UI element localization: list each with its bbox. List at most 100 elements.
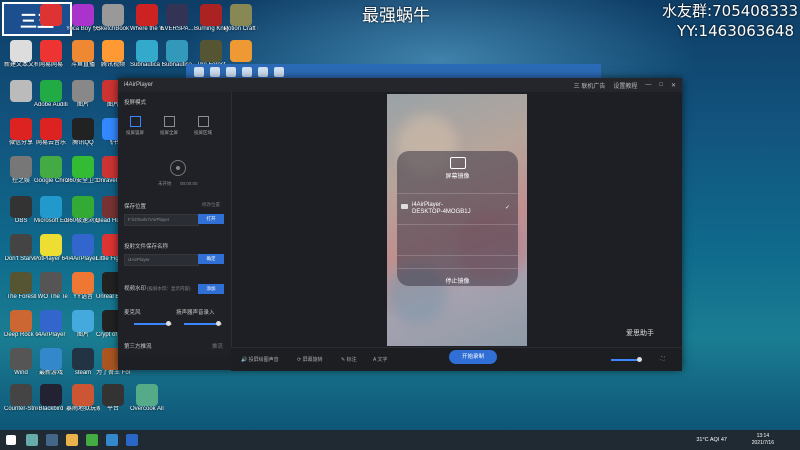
desktop-icon[interactable]: Where the Water Ta... [130, 4, 164, 33]
desktop-icon-label: 腾讯QQ [72, 140, 94, 146]
open-folder-button[interactable]: 打开 [198, 214, 224, 224]
stream-link[interactable]: 推流 [212, 342, 223, 350]
desktop-icon-label: OBS [14, 218, 28, 224]
app-icon [10, 310, 32, 332]
app-icon[interactable] [106, 434, 118, 446]
desktop-icon[interactable]: 360极速浏览器 [66, 196, 100, 225]
desktop-icon[interactable]: SketchBook [96, 4, 130, 33]
desktop-icon-label: 控之娱 [11, 178, 30, 184]
desktop-icon[interactable]: 控之娱 [4, 156, 38, 185]
watermark-heading: 视频水印 [124, 286, 147, 292]
desktop-icon-label: Blackbird [38, 406, 64, 412]
rotate-button[interactable]: ⟳ 屏幕旋转 [297, 356, 323, 363]
app-icon [136, 384, 158, 406]
device-row[interactable]: i4AirPlayer- DESKTOP-4MOGB1J ✓ [397, 194, 518, 225]
close-button[interactable]: ✕ [671, 82, 676, 89]
desktop-icon[interactable]: Blackbird [34, 384, 68, 413]
chrome-icon[interactable] [86, 434, 98, 446]
desktop-icon[interactable] [4, 80, 38, 102]
desktop-icon[interactable]: 图片 [66, 310, 100, 339]
file-name-field[interactable]: i4AirPlayer [124, 254, 199, 266]
desktop-icon[interactable]: 腾讯视频 [96, 40, 130, 69]
desktop-icon[interactable]: 网易网易 [34, 40, 68, 69]
desktop-icon[interactable]: 网易云音乐 [34, 118, 68, 147]
task-view-icon[interactable] [46, 434, 58, 446]
desktop-icon[interactable]: 最新游戏 [34, 348, 68, 377]
desktop-icon[interactable]: Potion Craft Demo [224, 4, 258, 33]
record-icon[interactable] [170, 160, 186, 176]
desktop-icon[interactable]: PotPlayer 64 bit [34, 234, 68, 263]
desktop-icon[interactable]: 360安全卫士 [66, 156, 100, 185]
desktop-icon[interactable]: Adobe Audition 3.0 [34, 80, 68, 109]
volume-slider[interactable] [611, 357, 642, 362]
desktop-icon[interactable]: Wind [4, 348, 38, 377]
app-icon [10, 234, 32, 256]
text-button[interactable]: A 文字 [373, 356, 387, 363]
confirm-button[interactable]: 确定 [198, 254, 224, 264]
stop-mirroring-button[interactable]: 停止镜像 [397, 269, 518, 286]
annotate-label: 标注 [346, 357, 357, 363]
desktop-icon[interactable]: Overcook All You Ca... [130, 384, 164, 413]
speaker-volume-slider[interactable] [184, 321, 222, 326]
mode-portrait-button[interactable]: 投屏竖屏 [122, 116, 148, 136]
desktop-icon[interactable]: YY语音 [66, 272, 100, 301]
desktop-icon[interactable]: i4AirPlayer [34, 310, 68, 339]
add-watermark-button[interactable]: 添加 [198, 284, 224, 294]
tutorial-link[interactable]: 设置教程 [613, 81, 637, 90]
mode-fullscreen-button[interactable]: 投屏全屏 [156, 116, 182, 136]
search-icon[interactable] [26, 434, 38, 446]
desktop-icon[interactable]: Burning Knight [194, 4, 228, 33]
desktop-icon[interactable]: 斗鱼直播 [66, 40, 100, 69]
device-name-line2: DESKTOP-4MOGB1J [412, 209, 471, 215]
app-icon [40, 348, 62, 370]
i4airplayer-taskbar-icon[interactable] [126, 434, 138, 446]
speaker-label: 扬声器声音录入 [176, 310, 215, 316]
desktop-icon[interactable]: Subnautica Below Zero [130, 40, 164, 69]
save-location-heading: 保存位置 [124, 204, 147, 210]
desktop-icon[interactable]: 图片 [66, 80, 100, 109]
clock-time: 13:14 [756, 433, 770, 439]
mode-area-button[interactable]: 投屏区域 [190, 116, 216, 136]
desktop-icon[interactable]: Microsoft Edge [34, 196, 68, 225]
desktop-icon[interactable]: Don't Starve [4, 234, 38, 263]
minimize-button[interactable]: — [645, 82, 651, 88]
change-location-link[interactable]: 修改位置 [202, 202, 220, 208]
maximize-button[interactable]: □ [659, 82, 663, 88]
desktop-icon[interactable]: OBS [4, 196, 38, 225]
desktop-icon[interactable] [224, 40, 258, 62]
watermark-input[interactable]: (投屏水印：显示内容) [144, 284, 197, 294]
desktop-icon-label: SketchBook [96, 26, 130, 32]
start-record-button[interactable]: 开始录制 [449, 350, 497, 364]
desktop-icon[interactable]: Yoca Boy 快播官网 [66, 4, 100, 33]
desktop-icon[interactable]: 腾讯QQ [66, 118, 100, 147]
desktop-icon[interactable]: i4AirPlayer [66, 234, 100, 263]
empty-row [397, 225, 518, 256]
fullscreen-icon[interactable]: ⛶ [661, 356, 665, 362]
app-icon [102, 40, 124, 62]
audio-toggle[interactable]: 🔊 投屏绘图声音 [241, 356, 279, 363]
desktop-icon-label: 暴雨地狱玩家 [66, 406, 100, 412]
ad-link[interactable]: 三 联机广告 [574, 81, 606, 90]
brand-watermark: 爱思助手 [626, 330, 654, 337]
clock[interactable]: 13:14 2021/7/16 [752, 433, 774, 447]
desktop-icon[interactable]: TWO The Tempes... [34, 272, 68, 301]
desktop-icon[interactable] [34, 4, 68, 26]
file-explorer-icon[interactable] [66, 434, 78, 446]
desktop-icon[interactable]: Google Chrome [34, 156, 68, 185]
desktop-icon[interactable]: Counter-Strike Global Off... [4, 384, 38, 413]
desktop-icon[interactable]: steam [66, 348, 100, 377]
annotate-button[interactable]: ✎ 标注 [341, 356, 357, 363]
desktop-icon[interactable]: The Forest [4, 272, 38, 301]
desktop-icon[interactable]: 平台 [96, 384, 130, 413]
desktop-icon[interactable]: 暴雨地狱玩家 [66, 384, 100, 413]
mic-volume-slider[interactable] [134, 321, 172, 326]
desktop-icon[interactable]: 新建文本文档 (2) [4, 40, 38, 69]
settings-sidebar: 投屏模式 投屏竖屏 投屏全屏 投屏区域 未开始 00:00:00 保存位置 修改… [118, 92, 232, 355]
weather-text[interactable]: 31°C AQI 47 [696, 437, 727, 443]
save-path-field[interactable]: F:\i4Tools7\AirPlayer [124, 214, 199, 226]
desktop-icon[interactable]: Deep Rock Galactic [4, 310, 38, 339]
desktop-icon[interactable]: EVERSPA... [160, 4, 194, 33]
desktop-icon-label: The Forest [6, 294, 36, 300]
desktop-icon[interactable]: 微信分享 [4, 118, 38, 147]
start-icon[interactable] [6, 435, 16, 445]
